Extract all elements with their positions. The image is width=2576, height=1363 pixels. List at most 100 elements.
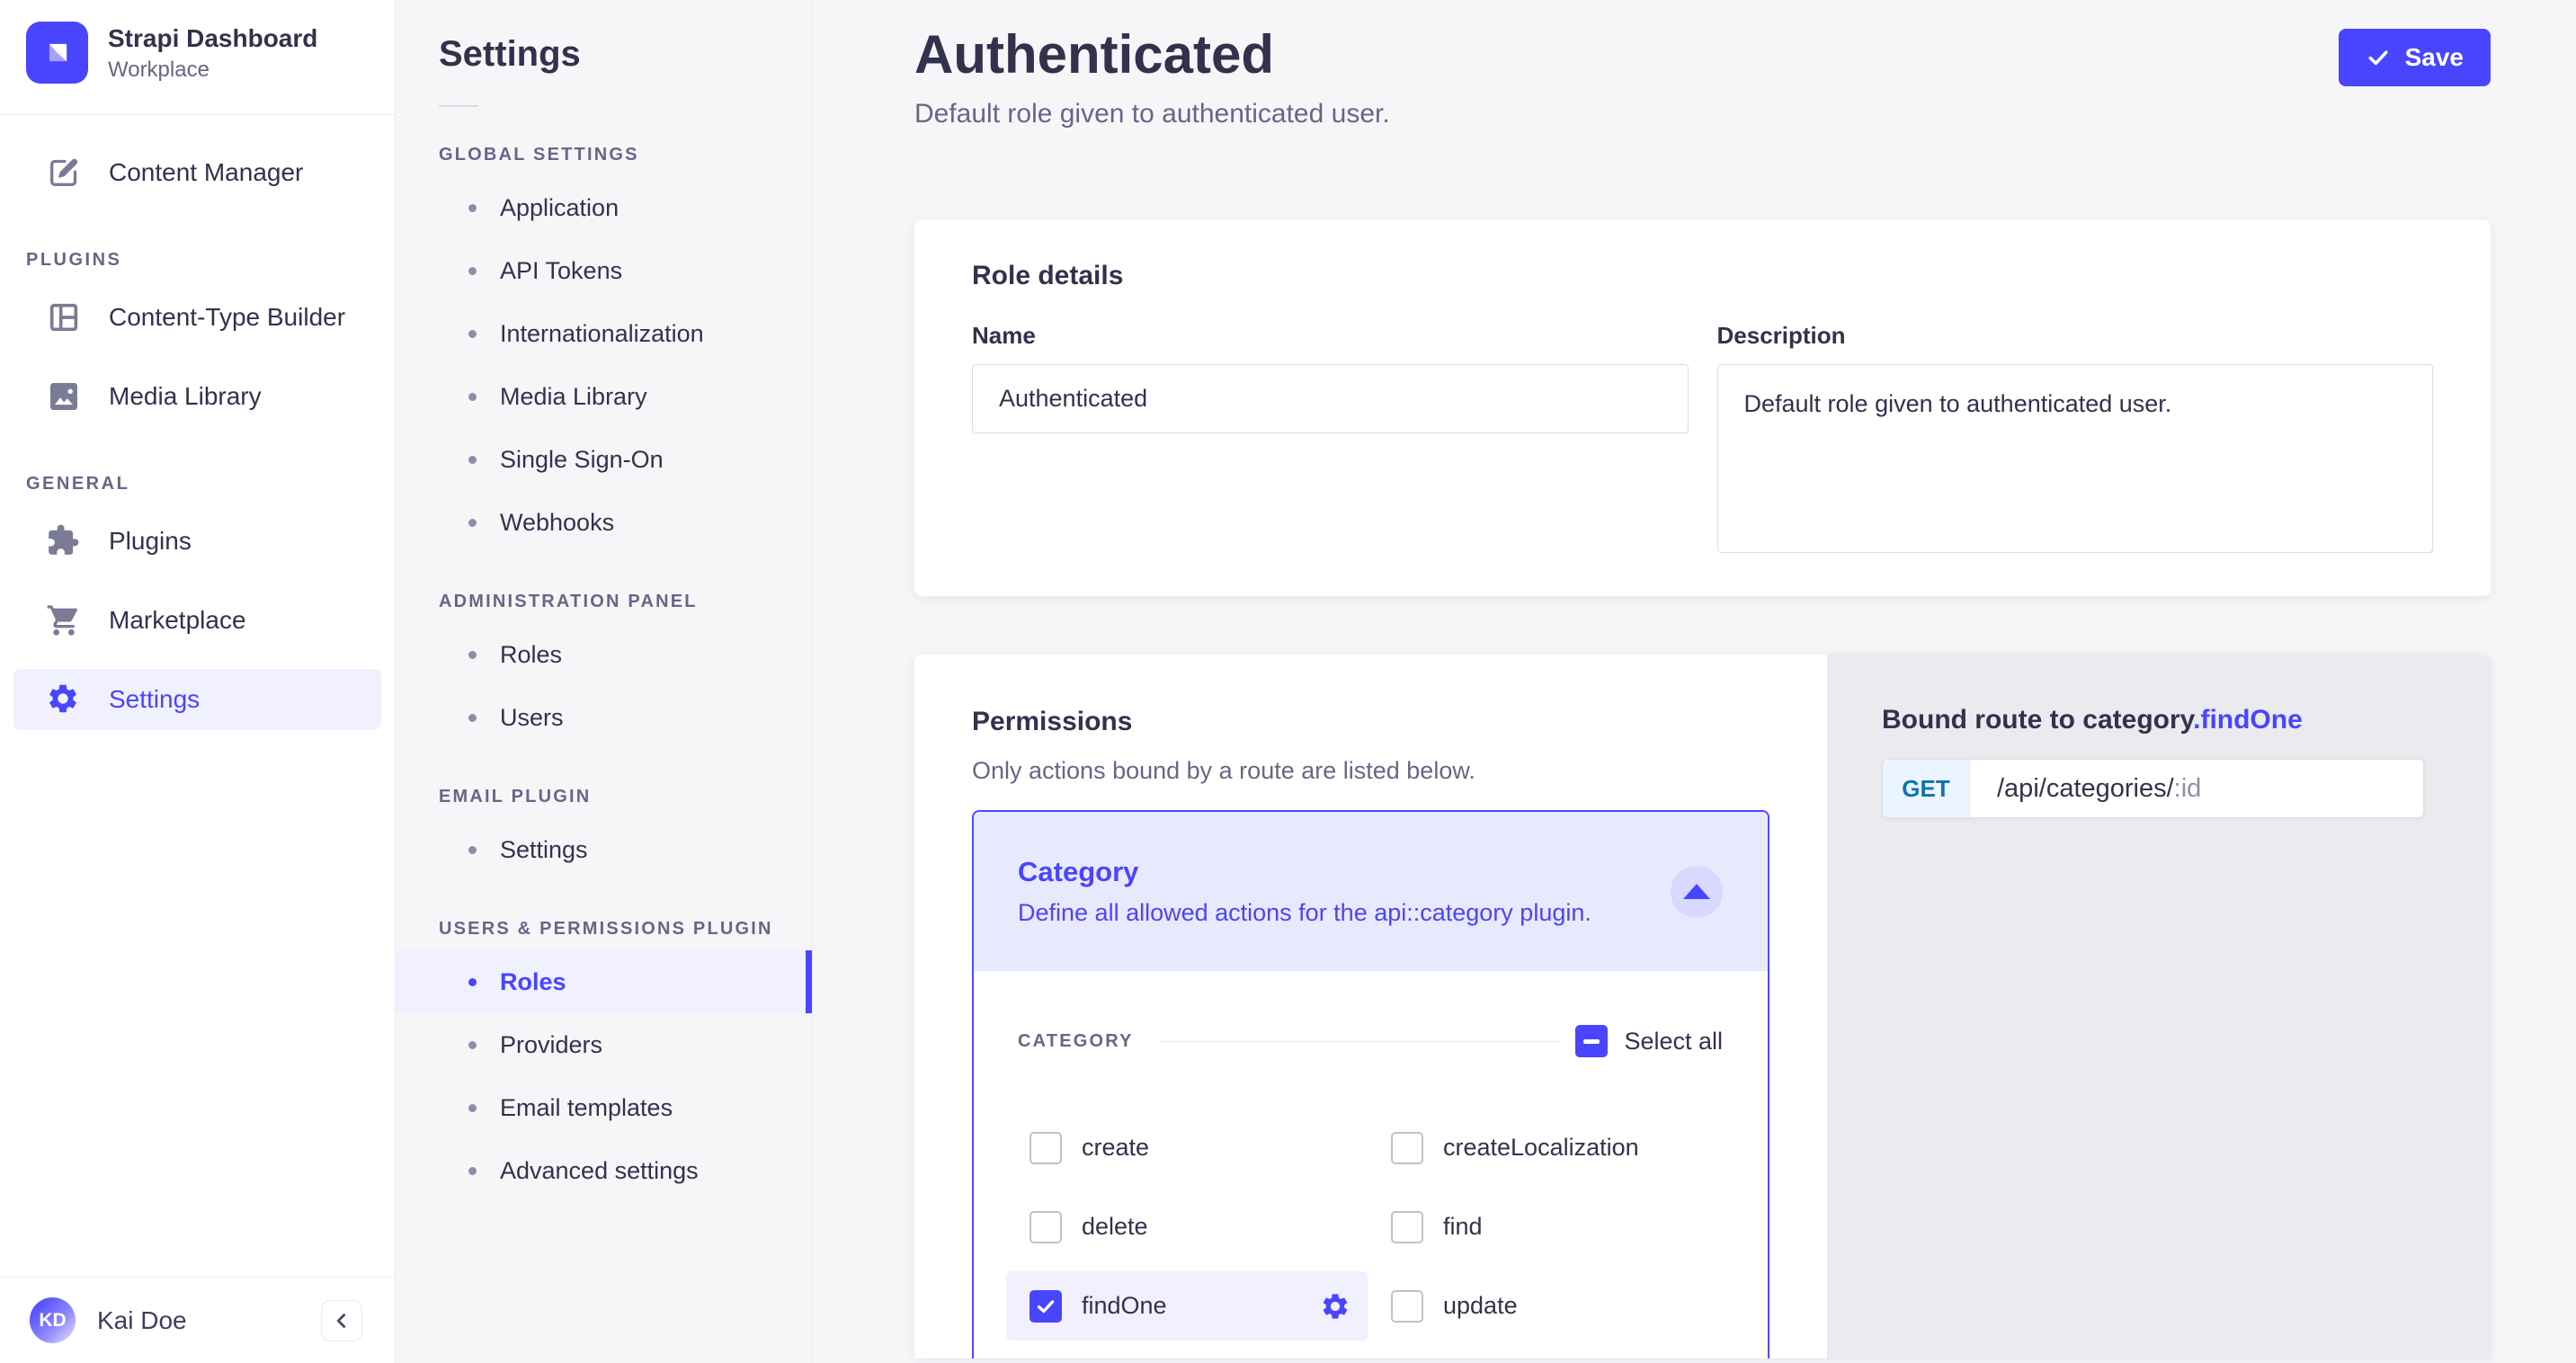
- pen-feather-icon: [46, 155, 82, 191]
- subnav-title: Settings: [439, 34, 812, 75]
- bound-route-target: category: [2082, 705, 2193, 735]
- bullet-icon: [468, 330, 477, 338]
- select-all-checkbox[interactable]: [1575, 1025, 1608, 1057]
- sidebar-item-label: Settings: [109, 685, 200, 714]
- subnav-title-rule: [439, 105, 478, 107]
- subnav-item-label: Advanced settings: [500, 1157, 699, 1185]
- bullet-icon: [468, 714, 477, 722]
- subnav-item-admin-roles[interactable]: Roles: [396, 623, 812, 686]
- subnav-item-application[interactable]: Application: [396, 176, 812, 239]
- accordion-collapse-button[interactable]: [1671, 866, 1723, 918]
- category-group-label: CATEGORY: [1018, 1031, 1134, 1052]
- caret-up-icon: [1683, 884, 1710, 899]
- bullet-icon: [468, 651, 477, 659]
- update-checkbox[interactable]: [1391, 1290, 1423, 1323]
- subnav-item-webhooks[interactable]: Webhooks: [396, 491, 812, 554]
- layout-grid-icon: [46, 299, 82, 335]
- workspace-name: Workplace: [108, 58, 317, 83]
- select-all-control[interactable]: Select all: [1575, 1025, 1723, 1057]
- role-details-card: Role details Name Authenticated Descript…: [914, 219, 2491, 596]
- subnav-item-advanced-settings[interactable]: Advanced settings: [396, 1139, 812, 1202]
- subnav-item-label: Media Library: [500, 383, 647, 411]
- http-method-badge: GET: [1883, 760, 1970, 817]
- subnav-item-label: Webhooks: [500, 509, 614, 537]
- avatar[interactable]: KD: [30, 1297, 76, 1343]
- sidebar-item-label: Content Manager: [109, 158, 303, 187]
- subnav-item-providers[interactable]: Providers: [396, 1013, 812, 1076]
- strapi-logo-icon: [26, 22, 88, 84]
- subnav-group-email-plugin: EMAIL PLUGIN: [439, 787, 812, 807]
- name-input[interactable]: Authenticated: [972, 364, 1689, 433]
- sidebar-item-label: Marketplace: [109, 606, 246, 635]
- subnav-item-internationalization[interactable]: Internationalization: [396, 302, 812, 365]
- name-input-value: Authenticated: [999, 385, 1147, 413]
- findone-settings-button[interactable]: [1319, 1290, 1351, 1323]
- subnav-item-up-roles[interactable]: Roles: [396, 950, 812, 1013]
- bullet-icon: [468, 846, 477, 854]
- sidebar-item-content-type-builder[interactable]: Content-Type Builder: [13, 287, 381, 348]
- sidebar-item-settings[interactable]: Settings: [13, 669, 381, 730]
- role-details-fields: Name Authenticated Description Default r…: [972, 322, 2433, 553]
- bullet-icon: [468, 1104, 477, 1112]
- permissions-title: Permissions: [972, 707, 1769, 737]
- subnav-item-api-tokens[interactable]: API Tokens: [396, 239, 812, 302]
- check-icon: [2366, 45, 2391, 70]
- subnav-item-admin-users[interactable]: Users: [396, 686, 812, 749]
- page-title: Authenticated: [914, 23, 1274, 85]
- subnav-item-label: API Tokens: [500, 257, 622, 285]
- permission-row-findone: findOne: [1006, 1271, 1368, 1341]
- route-display: GET /api/categories/:id: [1882, 759, 2424, 818]
- collapse-sidebar-button[interactable]: [321, 1300, 362, 1341]
- route-path-main: /api/categories/: [1997, 774, 2174, 804]
- checkbox-label: findOne: [1082, 1292, 1167, 1320]
- create-checkbox[interactable]: [1030, 1132, 1062, 1164]
- gear-icon: [46, 682, 82, 717]
- subnav-item-media-library[interactable]: Media Library: [396, 365, 812, 428]
- sidebar-item-label: Media Library: [109, 382, 262, 411]
- workspace-switcher[interactable]: Strapi Dashboard Workplace: [0, 0, 395, 114]
- shopping-cart-icon: [46, 602, 82, 638]
- checkbox-label: find: [1443, 1213, 1483, 1241]
- name-field-group: Name Authenticated: [972, 322, 1689, 553]
- bullet-icon: [468, 519, 477, 527]
- bound-route-title: Bound route to category.findOne: [1882, 705, 2491, 735]
- findone-checkbox[interactable]: [1030, 1290, 1062, 1323]
- bullet-icon: [468, 978, 477, 986]
- subnav-item-single-sign-on[interactable]: Single Sign-On: [396, 428, 812, 491]
- minus-icon: [1583, 1039, 1600, 1044]
- role-details-title: Role details: [972, 261, 2433, 291]
- subnav-item-label: Application: [500, 194, 619, 222]
- sidebar-nav: Content Manager PLUGINS Content-Type Bui…: [0, 115, 395, 1277]
- settings-subnav: Settings GLOBAL SETTINGS Application API…: [396, 0, 813, 1363]
- permission-row-delete: delete: [1006, 1192, 1368, 1261]
- sidebar-item-media-library[interactable]: Media Library: [13, 366, 381, 427]
- find-checkbox[interactable]: [1391, 1211, 1423, 1243]
- save-button[interactable]: Save: [2339, 29, 2491, 86]
- category-accordion-header[interactable]: Category Define all allowed actions for …: [974, 812, 1768, 971]
- createlocalization-checkbox[interactable]: [1391, 1132, 1423, 1164]
- permission-row-create: create: [1006, 1113, 1368, 1182]
- image-icon: [46, 379, 82, 414]
- bullet-icon: [468, 267, 477, 275]
- permissions-grid: create createLocalization delete fi: [1006, 1113, 1723, 1341]
- subnav-item-email-templates[interactable]: Email templates: [396, 1076, 812, 1139]
- subnav-item-email-settings[interactable]: Settings: [396, 818, 812, 881]
- app-title: Strapi Dashboard: [108, 22, 317, 54]
- divider-line: [1161, 1041, 1562, 1042]
- puzzle-icon: [46, 523, 82, 559]
- permissions-section: Permissions Only actions bound by a rout…: [914, 655, 2491, 1359]
- sidebar-item-content-manager[interactable]: Content Manager: [13, 142, 381, 203]
- sidebar-item-marketplace[interactable]: Marketplace: [13, 590, 381, 651]
- delete-checkbox[interactable]: [1030, 1211, 1062, 1243]
- subnav-group-global-settings: GLOBAL SETTINGS: [439, 145, 812, 165]
- bound-route-action: .findOne: [2193, 705, 2303, 735]
- subnav-item-label: Internationalization: [500, 320, 704, 348]
- sidebar-item-plugins[interactable]: Plugins: [13, 511, 381, 572]
- description-textarea[interactable]: Default role given to authenticated user…: [1717, 364, 2434, 553]
- sidebar-footer: KD Kai Doe: [0, 1277, 395, 1363]
- category-accordion-subtitle: Define all allowed actions for the api::…: [1018, 899, 1591, 927]
- checkbox-label: update: [1443, 1292, 1518, 1320]
- cog-icon: [1320, 1291, 1350, 1322]
- bullet-icon: [468, 1041, 477, 1049]
- bullet-icon: [468, 393, 477, 401]
